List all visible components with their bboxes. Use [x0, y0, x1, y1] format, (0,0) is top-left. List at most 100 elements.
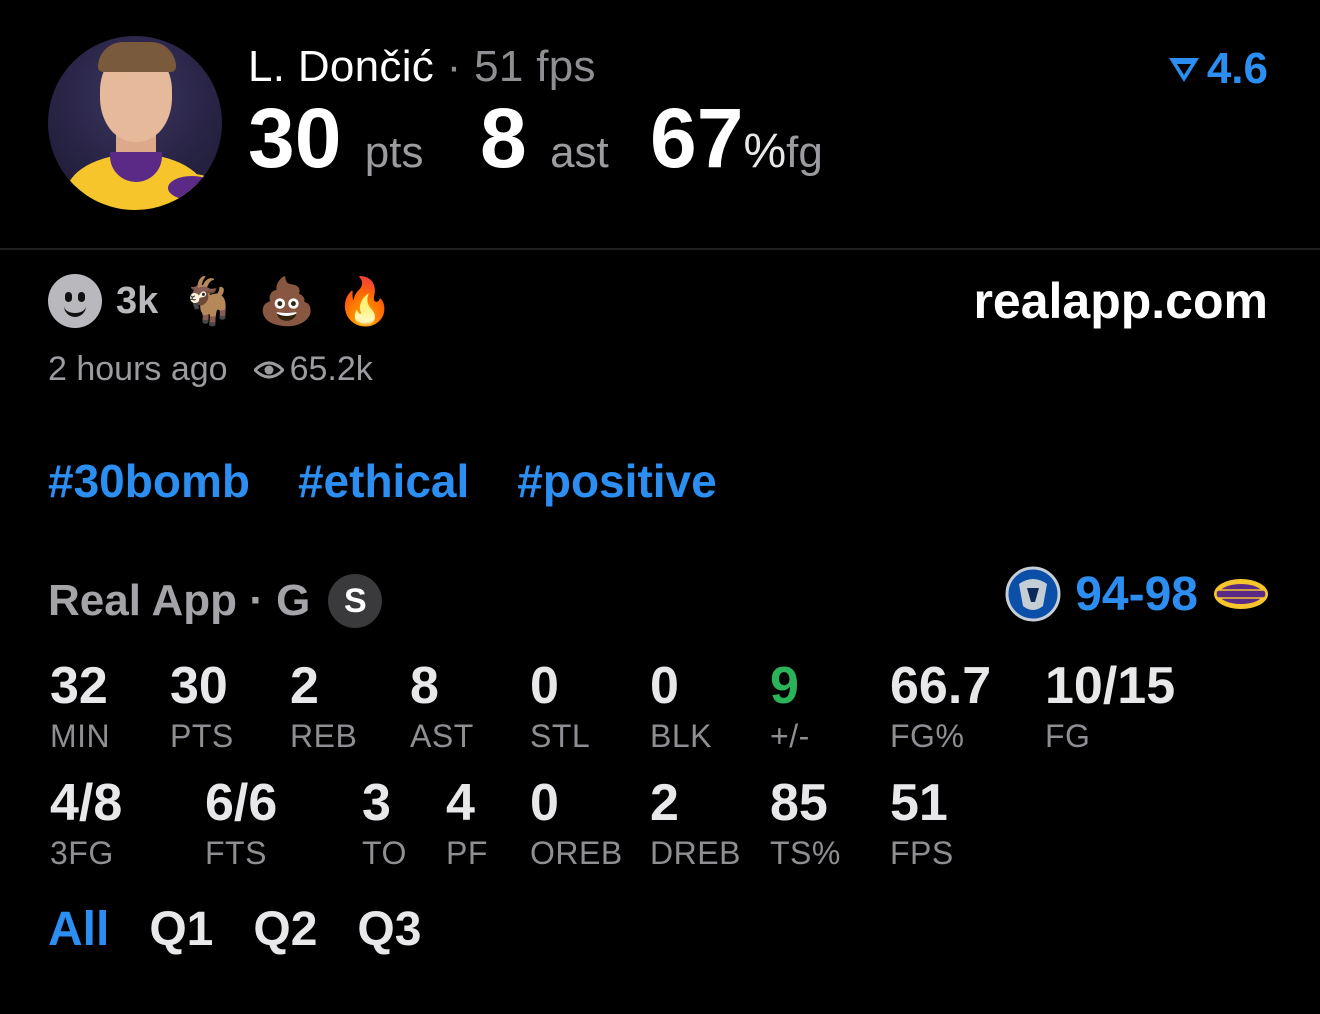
- stat-label: STL: [530, 718, 591, 754]
- stat-label: TS%: [770, 835, 841, 871]
- hashtag-ethical[interactable]: #ethical: [298, 454, 469, 508]
- rating-value: 4.6: [1206, 44, 1268, 93]
- stat-label: 3FG: [50, 835, 114, 871]
- stat-value: 66.7: [890, 657, 992, 715]
- site-link[interactable]: realapp.com: [973, 272, 1268, 330]
- hashtag-30bomb[interactable]: #30bomb: [48, 454, 250, 508]
- poop-icon[interactable]: 💩: [258, 274, 315, 328]
- assists-unit: ast: [550, 128, 609, 177]
- stat-value: 10/15: [1045, 657, 1176, 715]
- stat-fg-pct: 66.7 FG%: [890, 660, 991, 755]
- tab-q1[interactable]: Q1: [149, 902, 213, 957]
- stat-value: 6/6: [205, 774, 278, 832]
- player-fps: · 51 fps: [434, 42, 596, 91]
- stat-pts: 30 PTS: [170, 660, 234, 755]
- stat-fps: 51 FPS: [890, 777, 954, 872]
- game-source-label: Real App · G: [48, 576, 311, 625]
- stat-value: 0: [650, 657, 679, 715]
- fg-percent-sign: %: [743, 125, 787, 178]
- game-score[interactable]: 94-98: [1005, 566, 1270, 622]
- stat-value: 32: [50, 657, 108, 715]
- stat-ast: 8 AST: [410, 660, 474, 755]
- stat-label: AST: [410, 718, 474, 754]
- smiley-icon[interactable]: [48, 274, 102, 328]
- headline-assists: 8 ast: [480, 96, 609, 180]
- stat-value: 9: [770, 657, 799, 715]
- score-value: 94-98: [1075, 567, 1198, 621]
- stat-blk: 0 BLK: [650, 660, 712, 755]
- stat-value: 30: [170, 657, 228, 715]
- smiley-mouth: [64, 302, 86, 317]
- stat-label: FPS: [890, 835, 954, 871]
- tab-q3[interactable]: Q3: [357, 902, 421, 957]
- rating-chevron-icon: [1168, 58, 1199, 82]
- stat-oreb: 0 OREB: [530, 777, 623, 872]
- hashtag-positive[interactable]: #positive: [517, 454, 716, 508]
- lakers-logo-icon: [166, 174, 218, 202]
- rating-badge[interactable]: 4.6: [1167, 44, 1268, 94]
- game-source: Real App · G S: [48, 574, 383, 628]
- stat-value: 0: [530, 774, 559, 832]
- stat-pf: 4 PF: [446, 777, 488, 872]
- stat-to: 3 TO: [362, 777, 407, 872]
- stat-value: 8: [410, 657, 439, 715]
- player-name: L. Dončić: [248, 42, 435, 91]
- assists-value: 8: [480, 91, 527, 185]
- stat-min: 32 MIN: [50, 660, 110, 755]
- stat-fts: 6/6 FTS: [205, 777, 277, 872]
- stat-value: 51: [890, 774, 948, 832]
- lakers-logo-icon: [1214, 579, 1268, 609]
- stat-dreb: 2 DREB: [650, 777, 741, 872]
- stat-plus-minus: 9 +/-: [770, 660, 810, 755]
- tab-q2[interactable]: Q2: [253, 902, 317, 957]
- hashtags: #30bomb #ethical #positive: [48, 454, 717, 508]
- stat-fg: 10/15 FG: [1045, 660, 1175, 755]
- period-tabs: All Q1 Q2 Q3: [48, 902, 421, 957]
- smiley-left-eye: [65, 292, 72, 302]
- stat-value: 0: [530, 657, 559, 715]
- views: 65.2k: [253, 350, 373, 389]
- views-count: 65.2k: [289, 350, 373, 388]
- fire-icon[interactable]: 🔥: [336, 274, 393, 328]
- reaction-count: 3k: [116, 279, 159, 322]
- post-meta: 2 hours ago 65.2k: [48, 350, 373, 389]
- player-avatar[interactable]: [48, 36, 222, 210]
- eye-icon: [253, 361, 284, 378]
- starter-badge: S: [328, 574, 383, 628]
- stat-value: 3: [362, 774, 391, 832]
- stat-reb: 2 REB: [290, 660, 357, 755]
- points-unit: pts: [364, 128, 424, 177]
- stat-label: MIN: [50, 718, 111, 754]
- stat-label: FTS: [205, 835, 267, 871]
- headline-fg: 67%fg: [650, 96, 823, 180]
- stat-label: PF: [446, 835, 488, 871]
- reactions-row: 3k 🐐 💩 🔥: [48, 274, 394, 328]
- header-divider: [0, 248, 1320, 250]
- stat-value: 4: [446, 774, 475, 832]
- stat-label: FG: [1045, 718, 1091, 754]
- tab-all[interactable]: All: [48, 902, 109, 957]
- stat-value: 2: [290, 657, 319, 715]
- stat-label: FG%: [890, 718, 965, 754]
- stat-value: 2: [650, 774, 679, 832]
- stat-label: OREB: [530, 835, 623, 871]
- stat-label: BLK: [650, 718, 712, 754]
- stat-label: +/-: [770, 718, 810, 754]
- fg-value: 67: [650, 91, 744, 185]
- stat-value: 4/8: [50, 774, 123, 832]
- player-name-line[interactable]: L. Dončić · 51 fps: [248, 42, 596, 92]
- stat-label: PTS: [170, 718, 234, 754]
- stat-label: DREB: [650, 835, 741, 871]
- goat-icon[interactable]: 🐐: [180, 274, 237, 328]
- time-ago: 2 hours ago: [48, 350, 228, 388]
- stat-label: TO: [362, 835, 407, 871]
- stat-ts-pct: 85 TS%: [770, 777, 841, 872]
- fg-unit: fg: [786, 128, 823, 177]
- stat-value: 85: [770, 774, 828, 832]
- points-value: 30: [248, 91, 342, 185]
- headline-points: 30 pts: [248, 96, 423, 180]
- avatar-hair: [98, 42, 176, 72]
- mavericks-logo-icon: [1005, 566, 1061, 622]
- stat-stl: 0 STL: [530, 660, 590, 755]
- stat-3fg: 4/8 3FG: [50, 777, 122, 872]
